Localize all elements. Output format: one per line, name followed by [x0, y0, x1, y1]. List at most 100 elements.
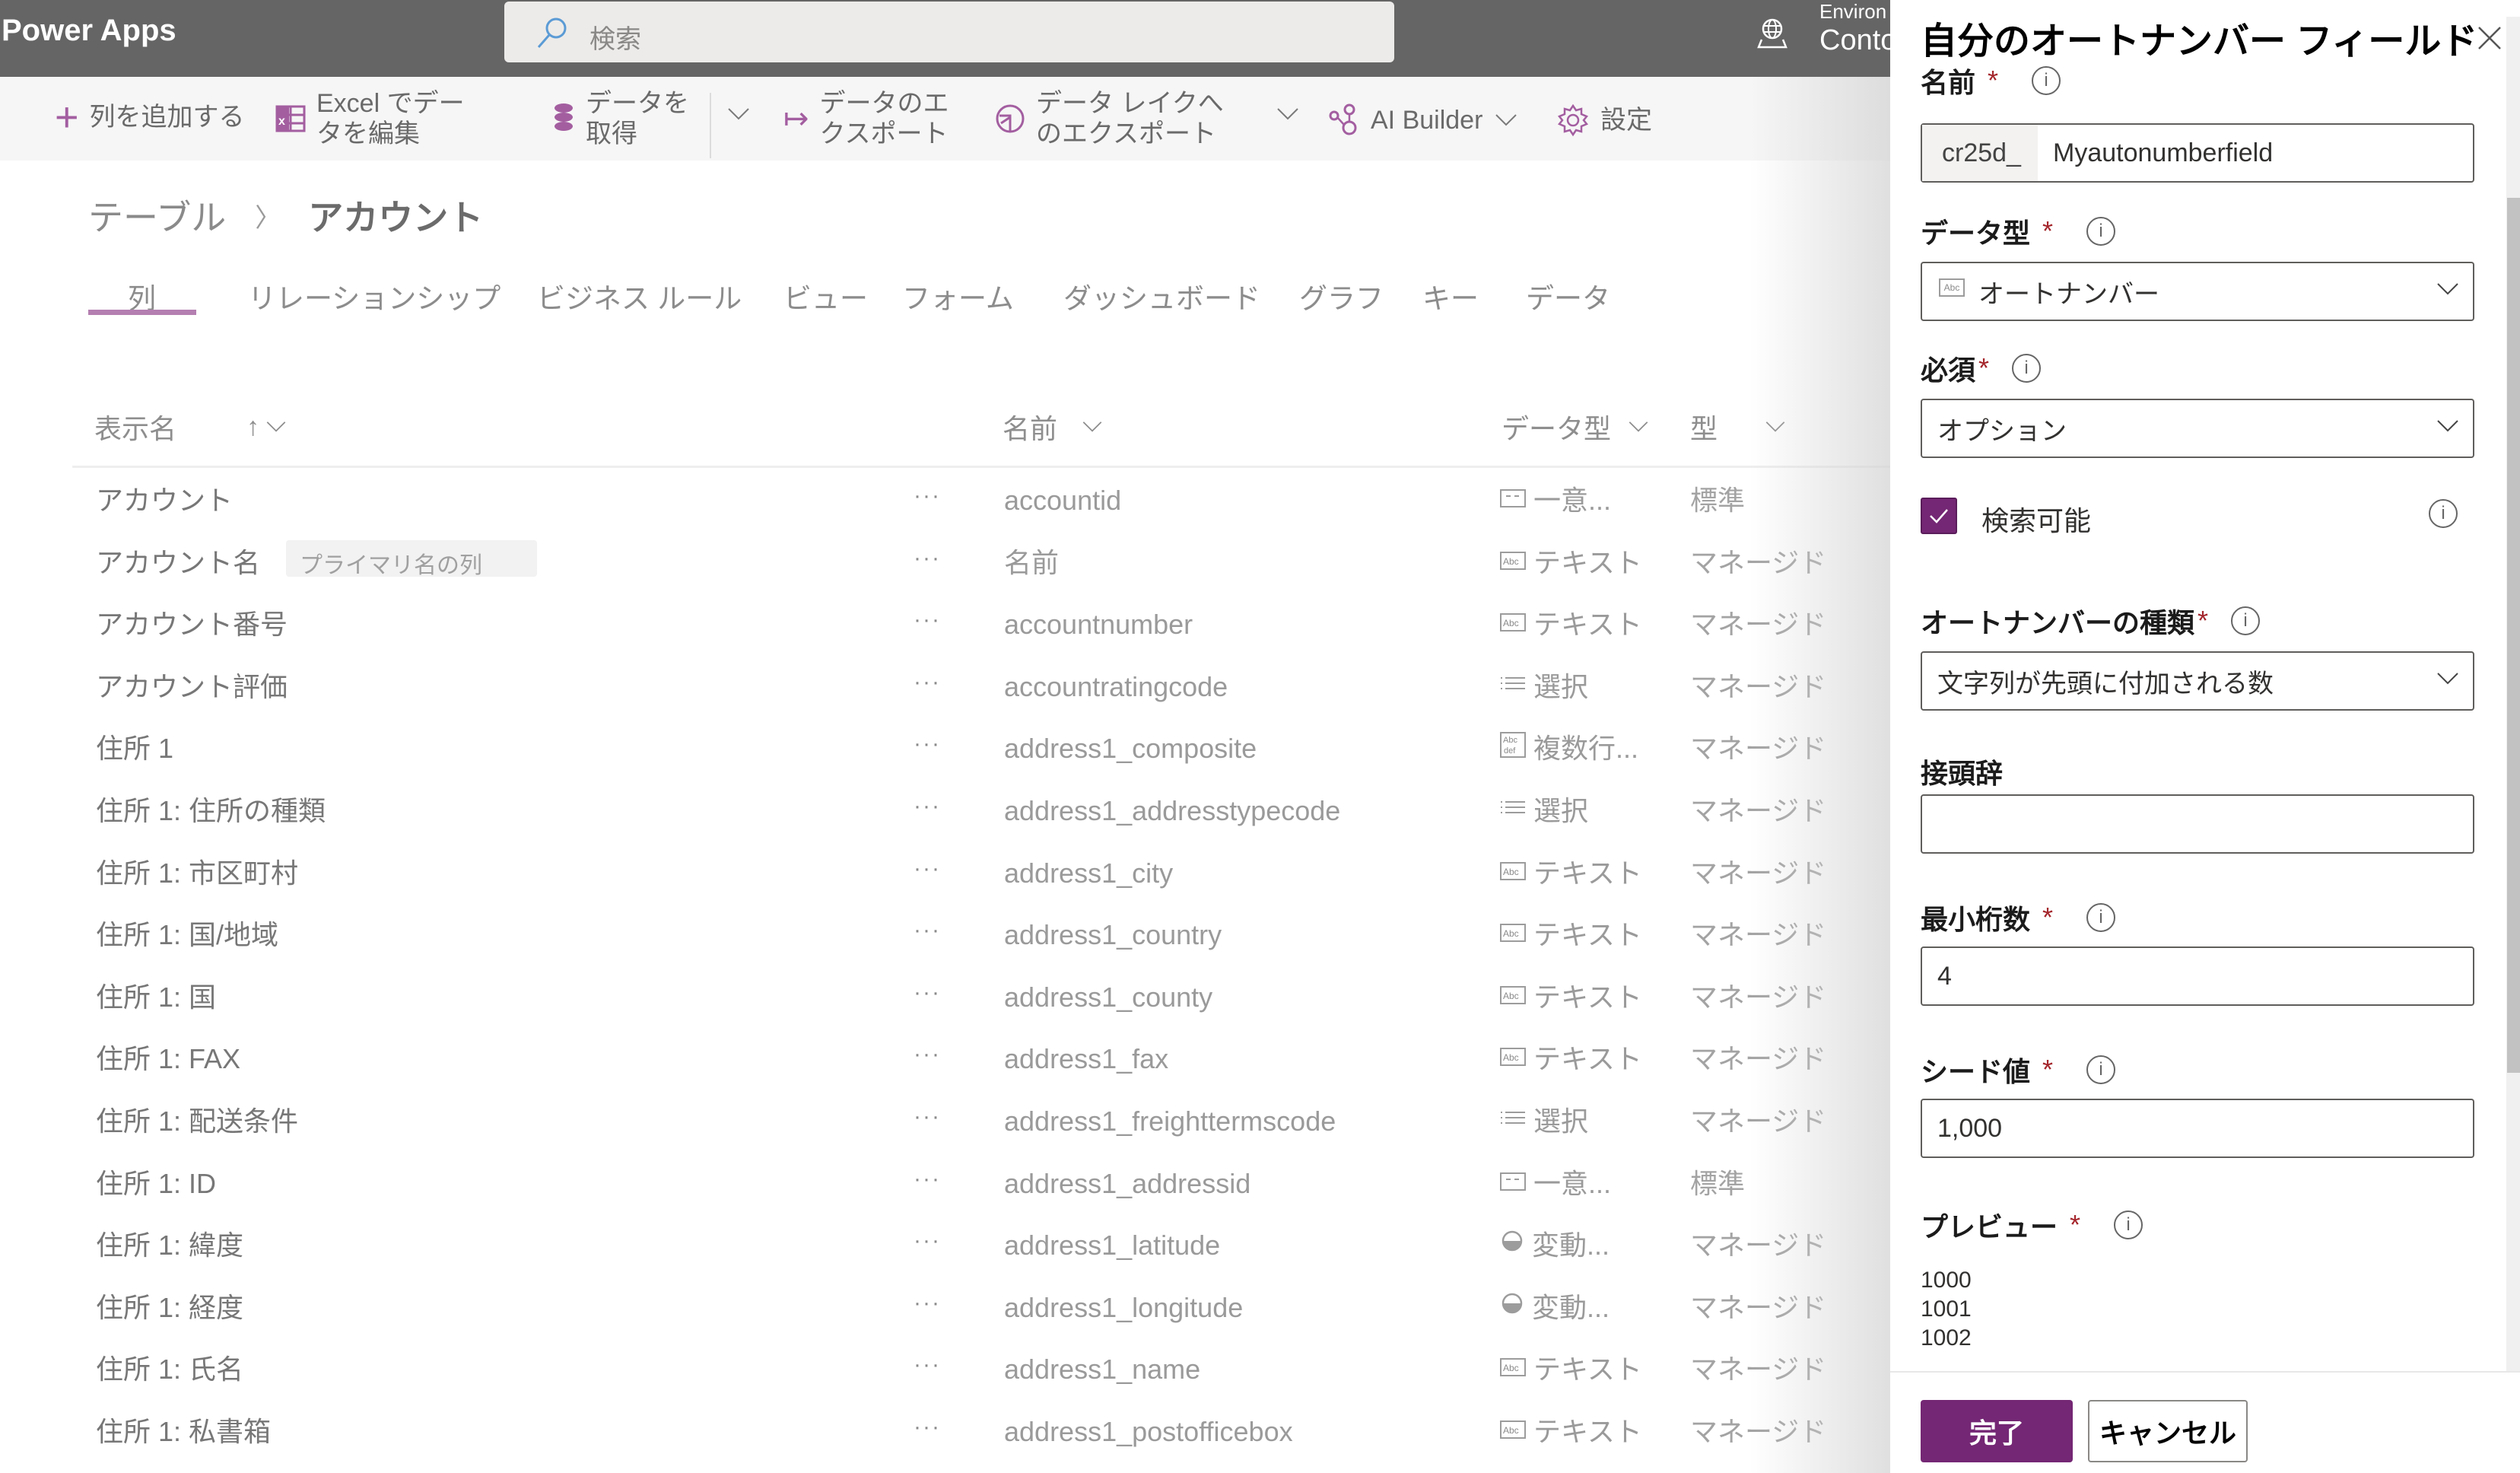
more-options-icon[interactable]: ···	[914, 1163, 941, 1196]
more-options-icon[interactable]: ···	[914, 790, 941, 823]
row-display-name[interactable]: アカウント	[96, 484, 233, 517]
export-to-data-lake-button[interactable]: データ レイクへ のエクスポート	[995, 88, 1224, 149]
column-header-data-type[interactable]: データ型	[1502, 407, 1649, 447]
tab-keys[interactable]: キー	[1422, 275, 1479, 317]
more-options-icon[interactable]: ···	[914, 1287, 941, 1320]
name-field[interactable]: cr25d_ Myautonumberfield	[1921, 123, 2474, 183]
row-display-name[interactable]: 住所 1: 氏名	[96, 1353, 243, 1386]
info-icon[interactable]: i	[2231, 606, 2261, 635]
tab-dashboards[interactable]: ダッシュボード	[1063, 275, 1260, 317]
edit-in-excel-button[interactable]: x Excel でデー タを編集	[275, 88, 465, 149]
row-display-name[interactable]: 住所 1: FAX	[96, 1042, 240, 1076]
searchable-checkbox[interactable]	[1921, 498, 1957, 534]
table-row[interactable]: 住所 1: 国/地域 ··· address1_country Abc テキスト マネージ…	[0, 918, 1890, 980]
more-options-icon[interactable]: ···	[914, 1100, 941, 1134]
info-icon[interactable]: i	[2032, 66, 2061, 95]
column-header-display-name[interactable]: 表示名 ↑	[94, 407, 287, 447]
chevron-down-icon	[1495, 114, 1517, 126]
autonumber-type-dropdown[interactable]: 文字列が先頭に付加される数	[1921, 651, 2474, 711]
table-row[interactable]: 住所 1: 私書箱 ··· address1_postofficebox Abc テキス…	[0, 1414, 1890, 1473]
close-icon[interactable]	[2474, 23, 2505, 53]
tab-business-rules[interactable]: ビジネス ルール	[537, 275, 742, 317]
more-options-icon[interactable]: ···	[914, 976, 941, 1010]
add-column-button[interactable]: + 列を追加する	[55, 97, 245, 138]
row-display-name[interactable]: 住所 1	[96, 732, 173, 765]
more-options-icon[interactable]: ···	[914, 727, 941, 761]
table-row[interactable]: 住所 1: 経度 ··· address1_longitude 変動... マネージド	[0, 1290, 1890, 1353]
export-data-button[interactable]: ↦ データのエ クスポート	[783, 88, 949, 149]
data-lake-dropdown-button[interactable]	[1276, 107, 1299, 122]
row-display-name[interactable]: 住所 1: 緯度	[96, 1229, 243, 1262]
environment-globe-icon[interactable]	[1756, 17, 1789, 49]
prefix-input[interactable]	[1921, 794, 2474, 854]
get-data-dropdown-button[interactable]	[727, 107, 750, 122]
cancel-button[interactable]: キャンセル	[2088, 1400, 2248, 1462]
ai-builder-button[interactable]: AI Builder	[1328, 103, 1517, 137]
row-data-type-label: テキスト	[1533, 1416, 1642, 1447]
data-type-dropdown[interactable]: Abc オートナンバー	[1921, 262, 2474, 321]
app-title[interactable]: Power Apps	[2, 14, 176, 48]
row-display-name[interactable]: アカウント番号	[96, 608, 288, 641]
row-display-name[interactable]: 住所 1: 私書箱	[96, 1415, 271, 1449]
more-options-icon[interactable]: ···	[914, 542, 941, 575]
min-digits-input[interactable]: 4	[1921, 946, 2474, 1006]
more-options-icon[interactable]: ···	[914, 666, 941, 699]
more-options-icon[interactable]: ···	[914, 1411, 941, 1444]
environment-name[interactable]: Conto	[1819, 24, 1896, 57]
done-button[interactable]: 完了	[1921, 1400, 2073, 1462]
table-row[interactable]: 住所 1: 国 ··· address1_county Abc テキスト マネージド	[0, 980, 1890, 1042]
row-data-type-label: テキスト	[1533, 1354, 1642, 1386]
get-data-button[interactable]: データを 取得	[552, 88, 689, 149]
table-row[interactable]: アカウント名 プライマリ名の列 ··· 名前 Abc テキスト マネージド	[0, 539, 1890, 608]
table-row[interactable]: 住所 1: 市区町村 ··· address1_city Abc テキスト マネージド	[0, 856, 1890, 918]
table-row[interactable]: アカウント評価 ··· accountratingcode 選択 マネージド	[0, 670, 1890, 732]
row-display-name[interactable]: 住所 1: 国/地域	[96, 918, 278, 952]
panel-scrollbar-thumb[interactable]	[2507, 198, 2520, 1073]
tab-relationships[interactable]: リレーションシップ	[248, 275, 501, 317]
table-row[interactable]: 住所 1: ID ··· address1_addressid 一意... 標準	[0, 1166, 1890, 1229]
settings-button[interactable]: 設定	[1556, 103, 1652, 137]
tab-views[interactable]: ビュー	[783, 275, 868, 317]
more-options-icon[interactable]: ···	[914, 603, 941, 637]
row-display-name[interactable]: 住所 1: 経度	[96, 1291, 243, 1325]
table-row[interactable]: 住所 1: 配送条件 ··· address1_freighttermscode 選択…	[0, 1104, 1890, 1166]
table-row[interactable]: 住所 1: FAX ··· address1_fax Abc テキスト マネージド	[0, 1042, 1890, 1104]
row-display-name[interactable]: 住所 1: 配送条件	[96, 1105, 298, 1138]
column-header-name[interactable]: 名前	[1003, 407, 1103, 447]
info-icon[interactable]: i	[2429, 499, 2458, 528]
search-box[interactable]: 検索	[504, 2, 1394, 62]
row-display-name[interactable]: アカウント評価	[96, 670, 288, 704]
info-icon[interactable]: i	[2086, 1055, 2116, 1084]
info-icon[interactable]: i	[2012, 354, 2042, 383]
row-display-name[interactable]: アカウント名	[96, 546, 260, 580]
required-dropdown[interactable]: オプション	[1921, 399, 2474, 458]
breadcrumb-tables-link[interactable]: テーブル	[88, 190, 226, 240]
seed-value-input[interactable]: 1,000	[1921, 1099, 2474, 1158]
more-options-icon[interactable]: ···	[914, 479, 941, 513]
more-options-icon[interactable]: ···	[914, 1224, 941, 1258]
table-row[interactable]: 住所 1: 緯度 ··· address1_latitude 変動... マネージド	[0, 1228, 1890, 1290]
table-row[interactable]: 住所 1: 住所の種類 ··· address1_addresstypecode 選択…	[0, 794, 1890, 856]
row-display-name[interactable]: 住所 1: 住所の種類	[96, 794, 326, 828]
info-icon[interactable]: i	[2114, 1211, 2143, 1239]
info-icon[interactable]: i	[2086, 217, 2116, 246]
row-display-name[interactable]: 住所 1: 市区町村	[96, 857, 298, 890]
row-display-name[interactable]: 住所 1: ID	[96, 1167, 216, 1201]
info-icon[interactable]: i	[2086, 903, 2116, 932]
table-row[interactable]: 住所 1 ··· address1_composite Abc def 複数行... マネー…	[0, 731, 1890, 794]
table-row[interactable]: アカウント番号 ··· accountnumber Abc テキスト マネージド	[0, 607, 1890, 670]
more-options-icon[interactable]: ···	[914, 914, 941, 947]
tab-charts[interactable]: グラフ	[1299, 275, 1384, 317]
searchable-label[interactable]: 検索可能	[1981, 499, 2091, 539]
preview-label: プレビュー * i	[1921, 1205, 2143, 1245]
more-options-icon[interactable]: ···	[914, 1348, 941, 1382]
table-row[interactable]: アカウント ··· accountid 一意... 標準	[0, 483, 1890, 546]
more-options-icon[interactable]: ···	[914, 1038, 941, 1071]
row-logical-name: address1_fax	[1004, 1043, 1169, 1075]
column-header-type[interactable]: 型	[1690, 407, 1786, 447]
more-options-icon[interactable]: ···	[914, 852, 941, 886]
row-display-name[interactable]: 住所 1: 国	[96, 981, 216, 1014]
table-row[interactable]: 住所 1: 氏名 ··· address1_name Abc テキスト マネージド	[0, 1352, 1890, 1414]
tab-forms[interactable]: フォーム	[902, 275, 1014, 317]
tab-data[interactable]: データ	[1526, 275, 1610, 317]
